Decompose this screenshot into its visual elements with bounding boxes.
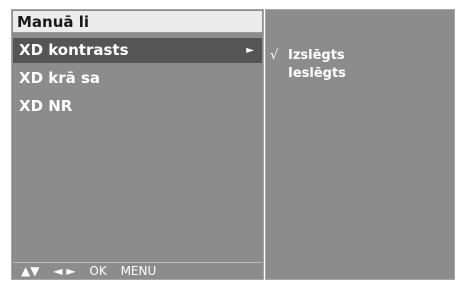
left-right-arrows-icon: ◄ ►: [53, 264, 76, 278]
option-label: Izslēgts: [288, 48, 345, 63]
checkmark-icon: √: [270, 48, 279, 63]
menu-item-label: XD kontrasts: [19, 41, 129, 59]
option-on[interactable]: Ieslēgts: [270, 65, 346, 83]
submenu-panel: √ Izslēgts Ieslēgts: [265, 9, 455, 280]
menu-title: Manuā li: [13, 11, 262, 33]
option-list: √ Izslēgts Ieslēgts: [270, 47, 346, 83]
menu-item-xd-nr[interactable]: XD NR: [13, 94, 262, 119]
menu-item-xd-contrast[interactable]: XD kontrasts ►: [13, 38, 262, 63]
submenu-arrow-icon: ►: [246, 45, 254, 56]
menu-hint: MENU: [120, 264, 157, 278]
option-label: Ieslēgts: [288, 66, 346, 81]
ok-hint: OK: [89, 264, 107, 278]
menu-item-label: XD krā sa: [19, 69, 101, 87]
menu-item-label: XD NR: [19, 97, 73, 115]
option-off[interactable]: √ Izslēgts: [270, 47, 346, 65]
tv-osd-screen: Manuā li XD kontrasts ► XD krā sa XD NR …: [0, 0, 456, 284]
menu-item-xd-color[interactable]: XD krā sa: [13, 66, 262, 91]
menu-list: XD kontrasts ► XD krā sa XD NR: [13, 38, 262, 122]
navigation-hint-bar: ▲▼ ◄ ► OK MENU: [13, 262, 262, 278]
up-down-arrows-icon: ▲▼: [21, 264, 40, 278]
main-menu-panel: Manuā li XD kontrasts ► XD krā sa XD NR …: [11, 9, 264, 280]
